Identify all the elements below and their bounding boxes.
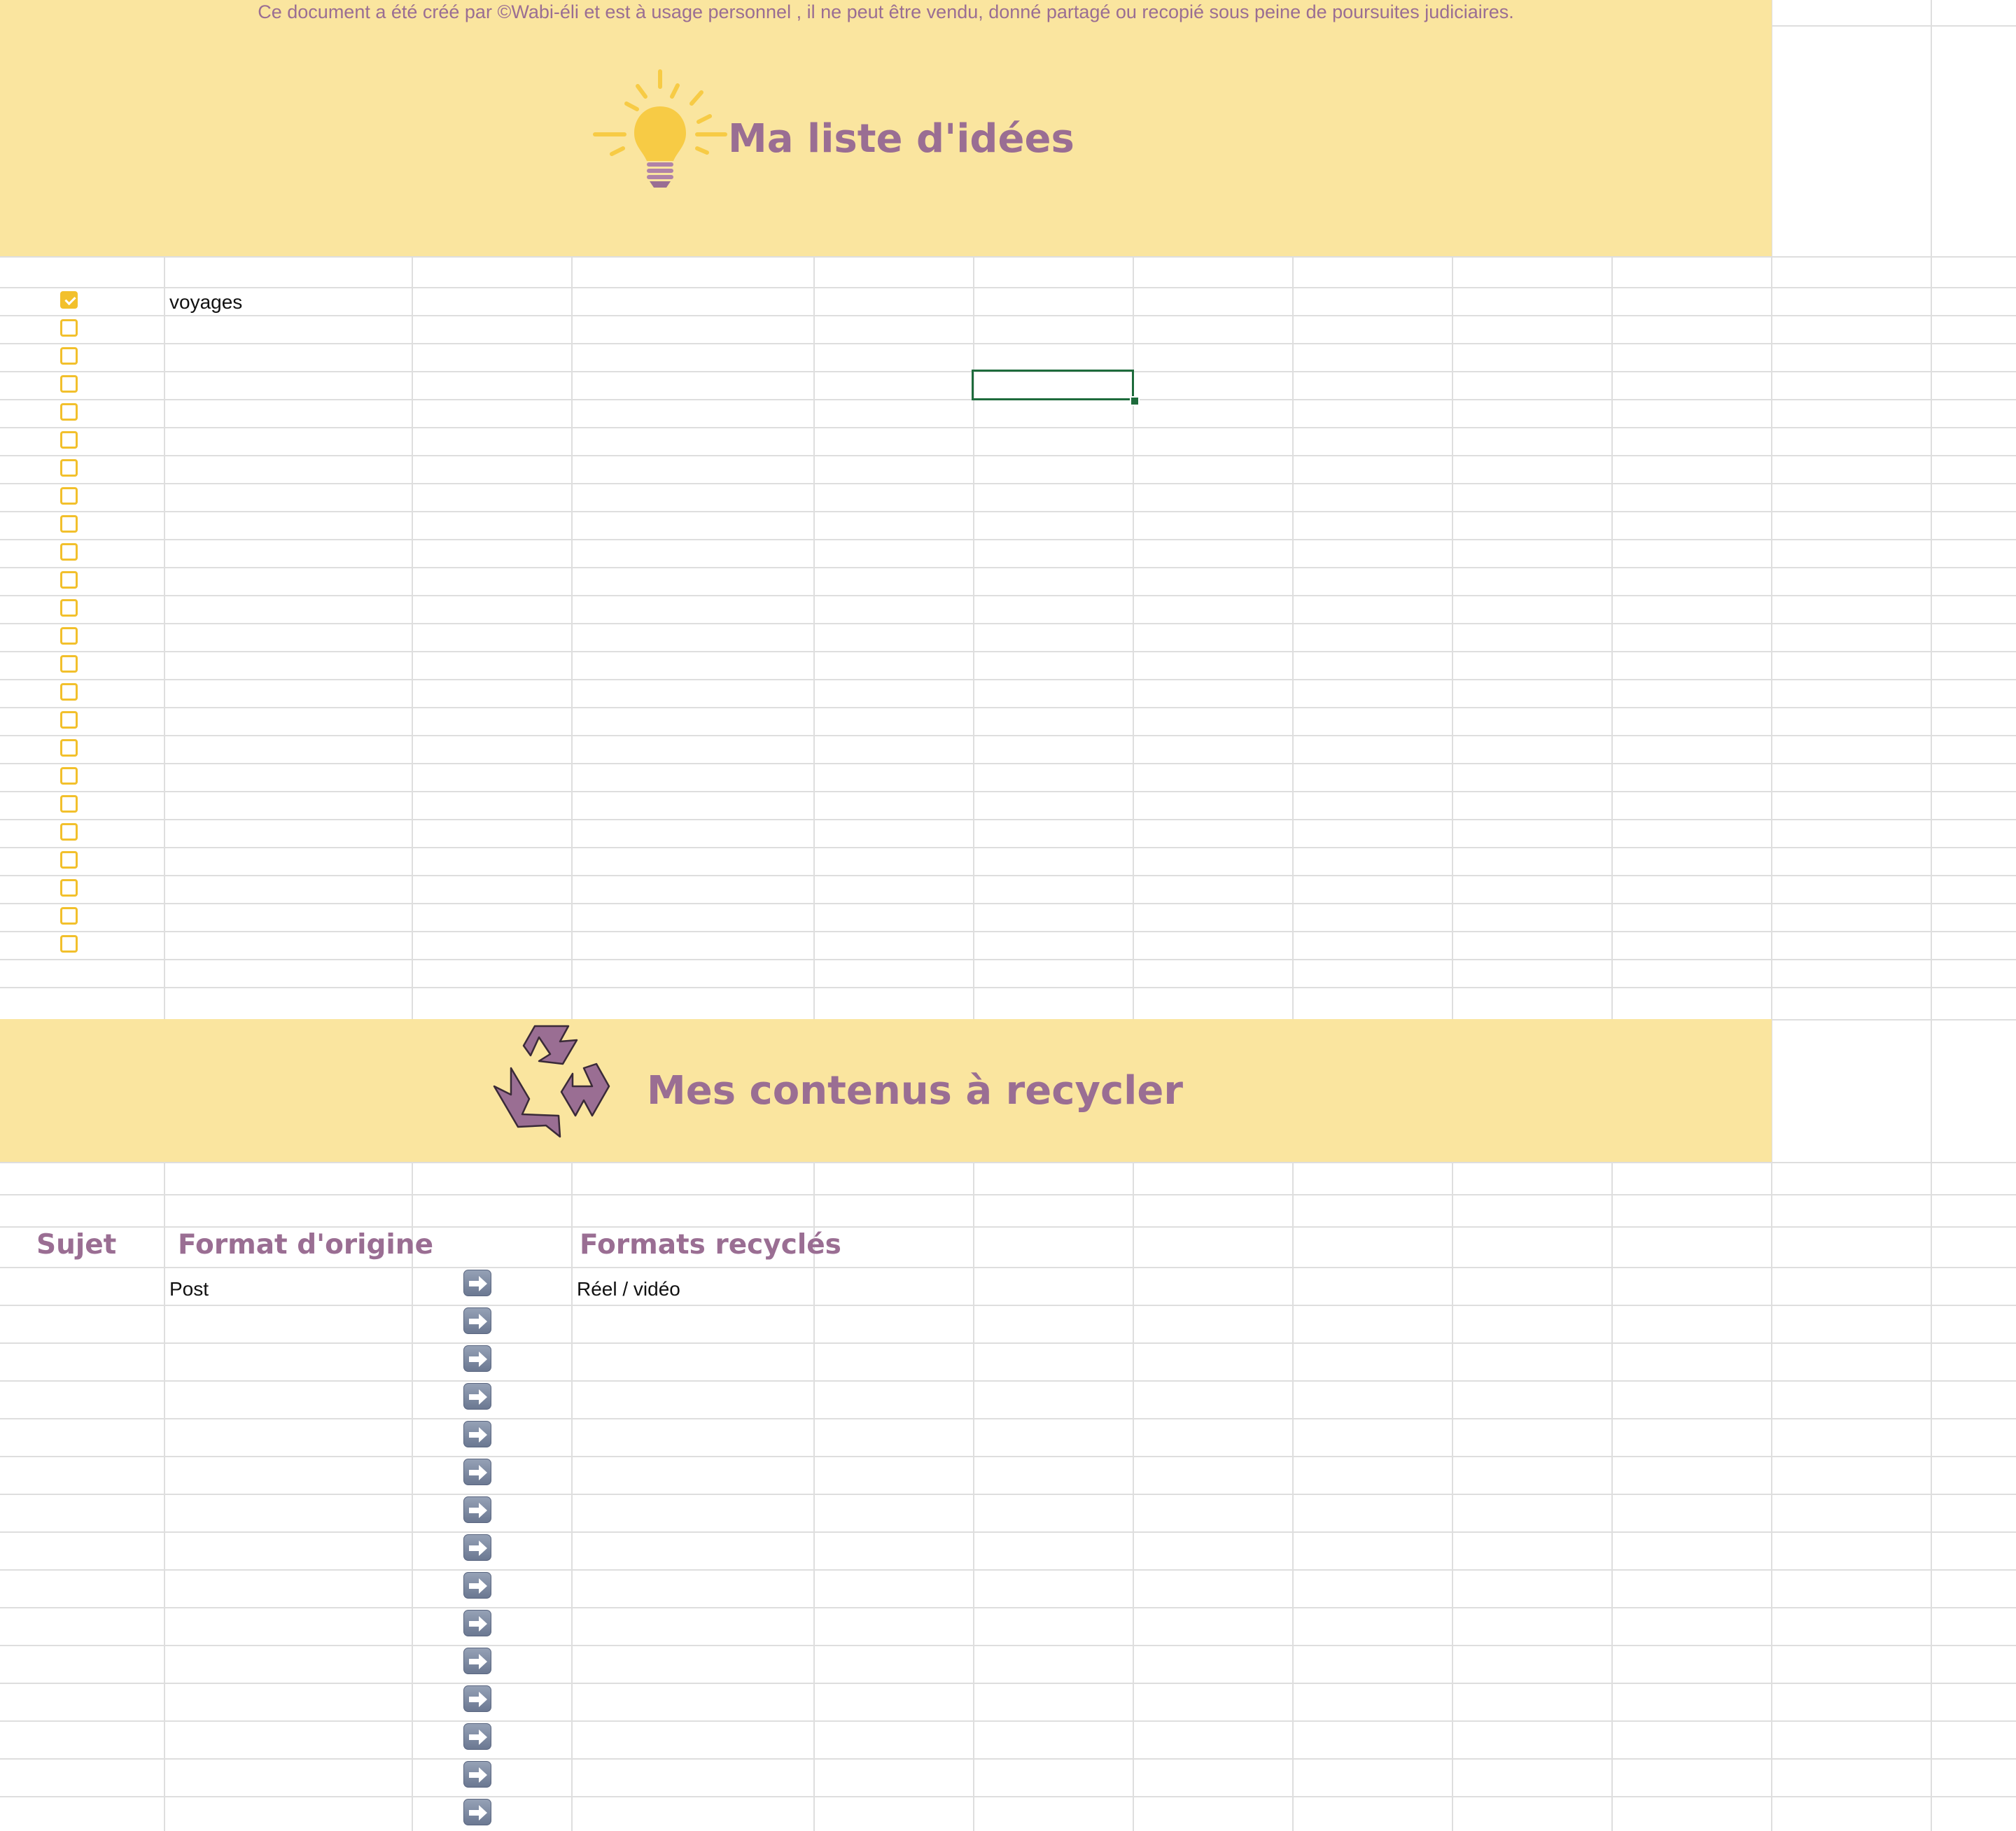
grid-row-line (0, 1380, 2016, 1382)
grid-row-line (0, 1796, 2016, 1797)
idea-checkbox[interactable] (60, 431, 78, 449)
idea-checkbox[interactable] (60, 935, 78, 953)
arrow-right-icon (463, 1270, 491, 1296)
arrow-right-icon (463, 1421, 491, 1447)
grid-row-line (0, 1531, 2016, 1533)
grid-row-line (0, 1456, 2016, 1457)
grid-row-line (0, 847, 2016, 848)
grid-row-line (0, 1418, 2016, 1419)
grid-row-line (0, 1683, 2016, 1684)
idea-checkbox[interactable] (60, 347, 78, 365)
grid-row-line (0, 595, 2016, 596)
grid-row-line (0, 763, 2016, 764)
arrow-right-icon (463, 1534, 491, 1561)
recycle-title: Mes contenus à recycler (647, 1068, 1183, 1114)
idea-checkbox[interactable] (60, 823, 78, 841)
grid-row-line (0, 931, 2016, 932)
idea-checkbox[interactable] (60, 375, 78, 393)
grid-row-line (0, 959, 2016, 960)
grid-row-line (0, 1162, 2016, 1163)
recycle-icon (493, 1025, 610, 1138)
grid-row-line (0, 875, 2016, 876)
grid-column-line (1771, 0, 1772, 1831)
grid-row-line (0, 903, 2016, 904)
idea-checkbox[interactable] (60, 291, 78, 309)
grid-row-line (0, 455, 2016, 456)
grid-row-line (0, 256, 2016, 258)
grid-row-line (0, 819, 2016, 820)
header-origin-format: Format d'origine (178, 1229, 434, 1261)
arrow-right-icon (463, 1723, 491, 1750)
idea-checkbox[interactable] (60, 487, 78, 505)
arrow-right-icon (463, 1496, 491, 1523)
idea-checkbox[interactable] (60, 515, 78, 533)
grid-row-line (0, 651, 2016, 652)
idea-checkbox[interactable] (60, 711, 78, 729)
grid-row-line (0, 287, 2016, 288)
idea-checkbox[interactable] (60, 459, 78, 477)
idea-checkbox[interactable] (60, 739, 78, 757)
idea-checkbox[interactable] (60, 795, 78, 813)
idea-checkbox[interactable] (60, 767, 78, 785)
origin-format-cell[interactable]: Post (169, 1278, 209, 1300)
lightbulb-icon (593, 69, 727, 188)
grid-row-line (0, 427, 2016, 428)
grid-row-line (0, 1342, 2016, 1344)
grid-row-line (0, 1305, 2016, 1306)
grid-row-line (0, 1194, 2016, 1195)
grid-row-line (0, 1494, 2016, 1495)
arrow-right-icon (463, 1459, 491, 1485)
grid-row-line (0, 679, 2016, 680)
arrow-right-icon (463, 1761, 491, 1788)
grid-row-line (0, 1226, 2016, 1228)
idea-checkbox[interactable] (60, 683, 78, 701)
fill-handle[interactable] (1130, 396, 1140, 406)
ideas-title: Ma liste d'idées (728, 116, 1074, 162)
grid-row-line (0, 1267, 2016, 1268)
grid-row-line (0, 1645, 2016, 1646)
arrow-right-icon (463, 1383, 491, 1410)
grid-row-line (0, 623, 2016, 624)
arrow-right-icon (463, 1307, 491, 1334)
idea-checkbox[interactable] (60, 851, 78, 869)
grid-row-line (0, 1607, 2016, 1608)
grid-row-line (0, 1569, 2016, 1571)
idea-checkbox[interactable] (60, 655, 78, 673)
grid-row-line (0, 539, 2016, 540)
grid-row-line (0, 483, 2016, 484)
grid-row-line (0, 315, 2016, 316)
grid-row-line (0, 343, 2016, 344)
idea-checkbox[interactable] (60, 543, 78, 561)
header-subject: Sujet (36, 1229, 117, 1261)
grid-row-line (0, 707, 2016, 708)
recycled-format-cell[interactable]: Réel / vidéo (577, 1278, 680, 1300)
grid-row-line (0, 791, 2016, 792)
idea-checkbox[interactable] (60, 599, 78, 617)
idea-checkbox[interactable] (60, 879, 78, 897)
grid-row-line (0, 1758, 2016, 1760)
grid-row-line (0, 735, 2016, 736)
arrow-right-icon (463, 1648, 491, 1674)
idea-checkbox[interactable] (60, 571, 78, 589)
grid-row-line (0, 567, 2016, 568)
idea-checkbox[interactable] (60, 403, 78, 421)
grid-row-line (0, 1720, 2016, 1722)
grid-column-line (1931, 0, 1932, 1831)
grid-row-line (0, 511, 2016, 512)
copyright-notice: Ce document a été créé par ©Wabi-éli et … (258, 1, 1514, 22)
arrow-right-icon (463, 1572, 491, 1599)
grid-row-line (0, 987, 2016, 988)
idea-checkbox[interactable] (60, 319, 78, 337)
arrow-right-icon (463, 1610, 491, 1636)
selected-cell[interactable] (972, 370, 1134, 400)
idea-checkbox[interactable] (60, 627, 78, 645)
spreadsheet-canvas: Ce document a été créé par ©Wabi-éli et … (0, 0, 2016, 1831)
idea-checkbox[interactable] (60, 907, 78, 925)
arrow-right-icon (463, 1799, 491, 1825)
arrow-right-icon (463, 1345, 491, 1372)
header-recycled-formats: Formats recyclés (580, 1229, 841, 1261)
arrow-right-icon (463, 1685, 491, 1712)
idea-text-cell[interactable]: voyages (169, 291, 242, 314)
